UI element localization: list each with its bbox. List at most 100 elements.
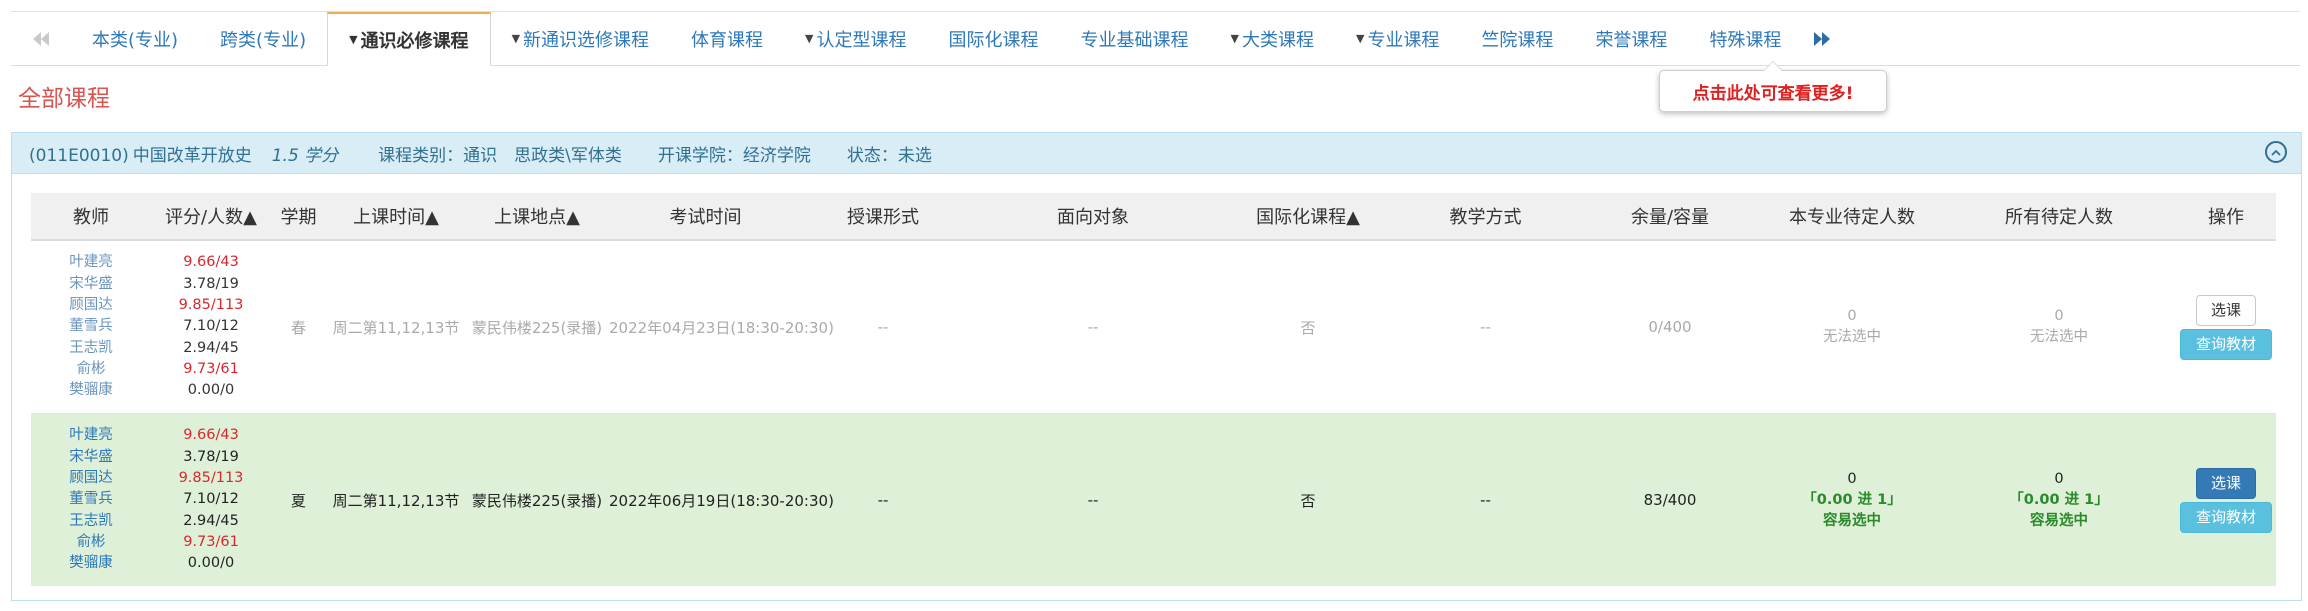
exam-time-cell: 2022年04月23日(18:30-20:30) [608,240,834,414]
tab-item[interactable]: ▼ 通识必修课程 [327,12,491,66]
caret-down-icon: ▼ [1230,32,1239,45]
query-textbook-button[interactable]: 查询教材 [2180,501,2272,533]
tab-scroll-left-button[interactable] [11,12,71,65]
pending-ratio: 「0.00 进 1」 [2009,491,2109,508]
column-header: 学期 [271,193,326,241]
tab-item[interactable]: 国际化课程 [928,12,1060,65]
rating-value: 9.66/43 [183,254,239,271]
rating-value: 9.85/113 [178,297,244,314]
term-cell: 夏 [290,491,306,510]
column-header[interactable]: 上课地点▲ [466,193,608,241]
teacher-link[interactable]: 顾国达 [32,468,150,489]
column-header: 面向对象 [963,193,1223,241]
rating-value: 3.78/19 [183,448,239,465]
all-pending-cell: 0 无法选中 [1942,240,2176,414]
course-status: 状态：未选 [846,145,932,166]
column-header: 所有待定人数 [1942,193,2176,241]
course-category-tabs: 本类(专业) 跨类(专业) ▼ 通识必修课程 ▼ 新通识选修课程 体育课程 ▼ 认定型课程 国际化… [11,11,2300,66]
major-pending-cell: 0 「0.00 进 1」 容易选中 [1762,414,1942,587]
international-cell: 否 [1223,240,1393,414]
tab-label: 荣誉课程 [1595,29,1668,51]
teacher-link[interactable]: 董雪兵 [32,489,150,510]
tab-label: 认定型课程 [816,29,907,51]
pending-note: 容易选中 [1823,512,1881,529]
tab-item[interactable]: ▼ 认定型课程 [784,12,927,65]
teacher-link[interactable]: 俞彬 [32,359,150,380]
teacher-link[interactable]: 俞彬 [32,532,150,553]
rating-value: 0.00/0 [187,555,235,572]
class-table: 教师 评分/人数▲ 学期 上课时间▲ 上课地点▲ 考试时间 授课形式 面向对象 国际化课程▲ 教学… [31,193,2276,586]
rating-value: 7.10/12 [183,491,239,508]
tab-label: 竺院课程 [1481,29,1554,51]
rating-value: 9.73/61 [183,533,239,550]
teacher-link[interactable]: 樊骝康 [32,380,150,401]
all-pending-cell: 0 「0.00 进 1」 容易选中 [1942,414,2176,587]
tab-item[interactable]: 竺院课程 [1460,12,1574,65]
rating-value: 7.10/12 [183,318,239,335]
tab-item[interactable]: 体育课程 [670,12,784,65]
tab-label: 特殊课程 [1709,29,1782,51]
rating-value: 9.66/43 [183,427,239,444]
teacher-link[interactable]: 顾国达 [32,295,150,316]
select-course-button[interactable]: 选课 [2196,294,2256,326]
column-header[interactable]: 国际化课程▲ [1223,193,1393,241]
tab-item[interactable]: ▼ 专业课程 [1335,12,1460,65]
class-location-cell: 蒙民伟楼225(录播) [471,491,603,510]
column-header[interactable]: 评分/人数▲ [151,193,271,241]
teacher-link[interactable]: 董雪兵 [32,316,150,337]
course-name: 中国改革开放史 [132,145,252,166]
tab-label: 跨类(专业) [220,29,307,51]
rating-cell: 9.66/43 3.78/19 9.85/113 7.10/12 2.94/45 9.73… [151,240,271,414]
table-row: 叶建亮 宋华盛 顾国达 董雪兵 王志凯 俞彬 樊骝康 9.66/43 3.78/19 9.85/1… [31,413,2276,587]
chevron-up-icon [2271,149,2281,156]
teacher-link[interactable]: 叶建亮 [32,252,150,273]
query-textbook-button[interactable]: 查询教材 [2180,328,2272,360]
teacher-link[interactable]: 宋华盛 [32,447,150,468]
pending-count: 0 [2054,470,2064,487]
teacher-link[interactable]: 宋华盛 [32,274,150,295]
action-cell: 选课 查询教材 [2176,240,2276,414]
rating-value: 9.73/61 [183,360,239,377]
collapse-button[interactable] [2265,141,2287,163]
rating-value: 0.00/0 [187,382,235,399]
column-header: 授课形式 [803,193,963,241]
pending-note: 容易选中 [2030,512,2088,529]
course-panel-body: 教师 评分/人数▲ 学期 上课时间▲ 上课地点▲ 考试时间 授课形式 面向对象 国际化课程▲ 教学… [12,174,2301,586]
column-header: 教师 [31,193,151,241]
column-header[interactable]: 上课时间▲ [326,193,466,241]
tab-item[interactable]: 本类(专业) [71,12,199,65]
tab-scroll-right-button[interactable] [1802,12,1842,65]
tab-label: 新通识选修课程 [523,29,650,51]
table-body: 叶建亮 宋华盛 顾国达 董雪兵 王志凯 俞彬 樊骝康 9.66/43 3.78/19 9.85/1… [31,240,2276,586]
teacher-cell: 叶建亮 宋华盛 顾国达 董雪兵 王志凯 俞彬 樊骝康 [31,240,151,414]
caret-down-icon: ▼ [1355,32,1365,45]
class-time-cell: 周二第11,12,13节 [332,491,460,510]
section-title: 全部课程 [18,86,110,112]
tab-item[interactable]: 特殊课程 [1688,12,1802,65]
teacher-link[interactable]: 叶建亮 [32,425,150,446]
course-category: 课程类别：通识 思政类\军体类 [378,145,622,166]
pending-note: 无法选中 [2030,329,2088,345]
teacher-link[interactable]: 王志凯 [32,511,150,532]
teacher-link[interactable]: 樊骝康 [32,553,150,574]
rating-cell: 9.66/43 3.78/19 9.85/113 7.10/12 2.94/45 9.73… [151,414,271,587]
teacher-link[interactable]: 王志凯 [32,338,150,359]
more-tabs-tooltip[interactable]: 点击此处可查看更多! [1659,61,1887,112]
course-panel-header[interactable]: (011E0010) 中国改革开放史 1.5 学分 课程类别：通识 思政类\军体类… [12,133,2301,174]
pending-ratio: 「0.00 进 1」 [1802,491,1902,508]
rating-value: 9.85/113 [178,470,244,487]
course-college: 开课学院：经济学院 [657,145,811,166]
tab-item[interactable]: ▼ 新通识选修课程 [491,12,670,65]
tab-item[interactable]: 荣誉课程 [1574,12,1688,65]
column-header: 本专业待定人数 [1762,193,1942,241]
tab-item[interactable]: 跨类(专业) [199,12,327,65]
tab-label: 国际化课程 [948,29,1039,51]
table-header-row: 教师 评分/人数▲ 学期 上课时间▲ 上课地点▲ 考试时间 授课形式 面向对象 国际化课程▲ 教学… [31,193,2276,241]
tab-item[interactable]: ▼ 大类课程 [1210,12,1335,65]
course-panel: (011E0010) 中国改革开放史 1.5 学分 课程类别：通识 思政类\军体类… [11,132,2302,601]
pending-count: 0 [2054,308,2064,324]
tab-item[interactable]: 专业基础课程 [1060,12,1210,65]
select-course-button[interactable]: 选课 [2196,467,2256,499]
pending-count: 0 [1847,470,1857,487]
major-pending-cell: 0 无法选中 [1762,240,1942,414]
